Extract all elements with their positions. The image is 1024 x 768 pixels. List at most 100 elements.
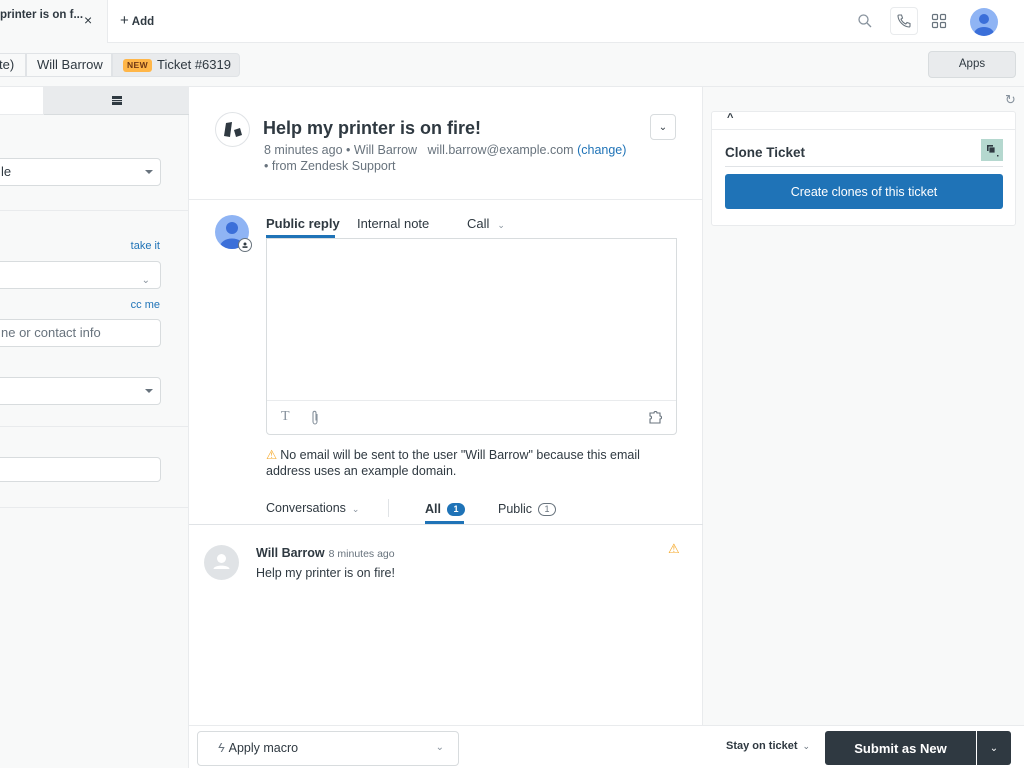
warning-icon: ⚠ xyxy=(266,448,278,462)
close-tab-icon[interactable]: × xyxy=(84,12,92,28)
message-time: 8 minutes ago xyxy=(328,548,395,560)
breadcrumb-requester[interactable]: Will Barrow xyxy=(26,53,112,77)
no-email-warning: ⚠ No email will be sent to the user "Will… xyxy=(266,447,676,479)
status-badge: NEW xyxy=(123,59,153,72)
chevron-down-icon: ⌄ xyxy=(497,220,505,230)
ticket-options-button[interactable]: ⌄ xyxy=(650,114,676,140)
grid-icon[interactable] xyxy=(931,13,947,29)
puzzle-apps-icon[interactable] xyxy=(649,411,664,424)
ticket-tab-title: printer is on f... xyxy=(0,9,84,21)
zendesk-logo-icon xyxy=(223,121,242,137)
tab-call[interactable]: Call ⌄ xyxy=(467,216,505,231)
divider xyxy=(0,507,189,508)
properties-tab[interactable] xyxy=(0,87,44,115)
type-select[interactable] xyxy=(0,377,161,405)
ticket-properties-panel: le take it ⌄ cc me ne or contact info xyxy=(0,87,189,768)
stay-on-ticket-dropdown[interactable]: Stay on ticket ⌄ xyxy=(726,740,810,752)
chevron-down-icon: ⌄ xyxy=(351,504,360,514)
phone-icon xyxy=(897,14,911,28)
tab-public[interactable]: Public 1 xyxy=(498,502,557,516)
breadcrumb-ticket-label: Ticket #6319 xyxy=(157,57,231,72)
breadcrumb-organization[interactable]: te) xyxy=(0,53,26,77)
reply-editor: T xyxy=(266,238,677,435)
clone-ticket-app: ^ Clone Ticket Create clones of this tic… xyxy=(711,111,1016,226)
ticket-time: 8 minutes ago xyxy=(264,143,343,157)
change-requester-link[interactable]: (change) xyxy=(577,143,626,157)
conversations-filter-label: Conversations xyxy=(266,501,346,515)
ticket-source: • from Zendesk Support xyxy=(264,159,396,173)
tab-public-label: Public xyxy=(498,502,533,516)
divider xyxy=(0,210,189,211)
chevron-down-icon: ⌄ xyxy=(989,742,999,754)
message-author-name: Will Barrow xyxy=(256,546,325,560)
count-badge: 1 xyxy=(446,503,465,516)
add-tab-button[interactable]: + Add xyxy=(120,12,154,29)
ticket-conversation-pane: Help my printer is on fire! 8 minutes ag… xyxy=(189,87,703,725)
ticket-tab[interactable]: printer is on f... × xyxy=(0,0,108,43)
chevron-down-icon: ⌄ xyxy=(658,121,668,133)
plus-icon: + xyxy=(120,12,129,29)
brand-select-value: le xyxy=(1,164,12,179)
chevron-down-icon: ⌄ xyxy=(435,742,444,753)
message-author: Will Barrow 8 minutes ago xyxy=(256,546,395,560)
editor-toolbar: T xyxy=(267,400,676,434)
user-badge-icon xyxy=(238,238,252,252)
divider xyxy=(388,499,389,517)
refresh-icon[interactable]: ↻ xyxy=(1005,92,1016,108)
breadcrumb-ticket[interactable]: NEW Ticket #6319 xyxy=(112,53,240,77)
top-bar: printer is on f... × + Add xyxy=(0,0,1024,43)
search-icon[interactable] xyxy=(857,13,873,29)
clone-app-logo-icon xyxy=(981,139,1003,161)
reply-textarea[interactable] xyxy=(267,239,676,400)
brand-logo xyxy=(215,112,250,147)
divider xyxy=(0,426,189,427)
message-body: Help my printer is on fire! xyxy=(256,566,395,580)
user-avatar-icon[interactable] xyxy=(970,8,998,36)
submit-button[interactable]: Submit as New xyxy=(825,731,976,765)
cc-me-link[interactable]: cc me xyxy=(131,299,160,311)
chevron-up-icon: ^ xyxy=(727,112,734,124)
ticket-email: will.barrow@example.com xyxy=(427,143,574,157)
caret-down-icon xyxy=(145,389,153,393)
conversations-filter[interactable]: Conversations ⌄ xyxy=(266,501,359,515)
apply-macro-button[interactable]: ϟ Apply macro ⌄ xyxy=(197,731,459,766)
app-collapse-toggle[interactable]: ^ xyxy=(712,112,1015,130)
app-title: Clone Ticket xyxy=(725,145,806,160)
warning-icon[interactable]: ⚠ xyxy=(668,541,680,557)
tab-all-label: All xyxy=(425,502,441,516)
phone-button[interactable] xyxy=(890,7,918,35)
tab-call-label: Call xyxy=(467,216,490,231)
stay-on-ticket-label: Stay on ticket xyxy=(726,740,798,752)
apps-panel: ↻ ^ Clone Ticket Create clones of this t… xyxy=(703,87,1024,725)
create-clones-button[interactable]: Create clones of this ticket xyxy=(725,174,1003,209)
tab-public-reply[interactable]: Public reply xyxy=(266,216,340,231)
count-badge: 1 xyxy=(538,503,557,516)
tab-internal-note[interactable]: Internal note xyxy=(357,216,429,231)
divider xyxy=(725,166,1003,167)
warning-text: No email will be sent to the user "Will … xyxy=(266,448,640,478)
ccs-input-placeholder: ne or contact info xyxy=(1,325,101,340)
divider xyxy=(189,199,703,200)
ticket-meta: 8 minutes ago • Will Barrow will.barrow@… xyxy=(264,142,626,174)
submit-options-button[interactable]: ⌄ xyxy=(977,731,1011,765)
ticket-requester: Will Barrow xyxy=(353,143,418,157)
take-it-link[interactable]: take it xyxy=(131,240,160,252)
lightning-icon: ϟ xyxy=(218,741,225,755)
divider xyxy=(189,524,703,525)
caret-down-icon xyxy=(145,170,153,174)
tab-all[interactable]: All 1 xyxy=(425,502,465,516)
brand-select[interactable]: le xyxy=(0,158,161,186)
apps-button[interactable]: Apps xyxy=(928,51,1016,78)
ccs-input[interactable]: ne or contact info xyxy=(0,319,161,347)
properties-tab-active[interactable] xyxy=(44,87,189,115)
apply-macro-label: Apply macro xyxy=(228,741,299,755)
text-format-icon[interactable]: T xyxy=(281,409,290,425)
chevron-down-icon: ⌄ xyxy=(141,275,150,286)
list-icon xyxy=(111,96,122,105)
meta-separator: • xyxy=(346,143,351,157)
assignee-select[interactable]: ⌄ xyxy=(0,261,161,289)
attachment-icon[interactable] xyxy=(310,410,320,426)
tags-input[interactable] xyxy=(0,457,161,482)
add-tab-label: Add xyxy=(131,16,155,28)
ticket-title: Help my printer is on fire! xyxy=(263,118,482,138)
